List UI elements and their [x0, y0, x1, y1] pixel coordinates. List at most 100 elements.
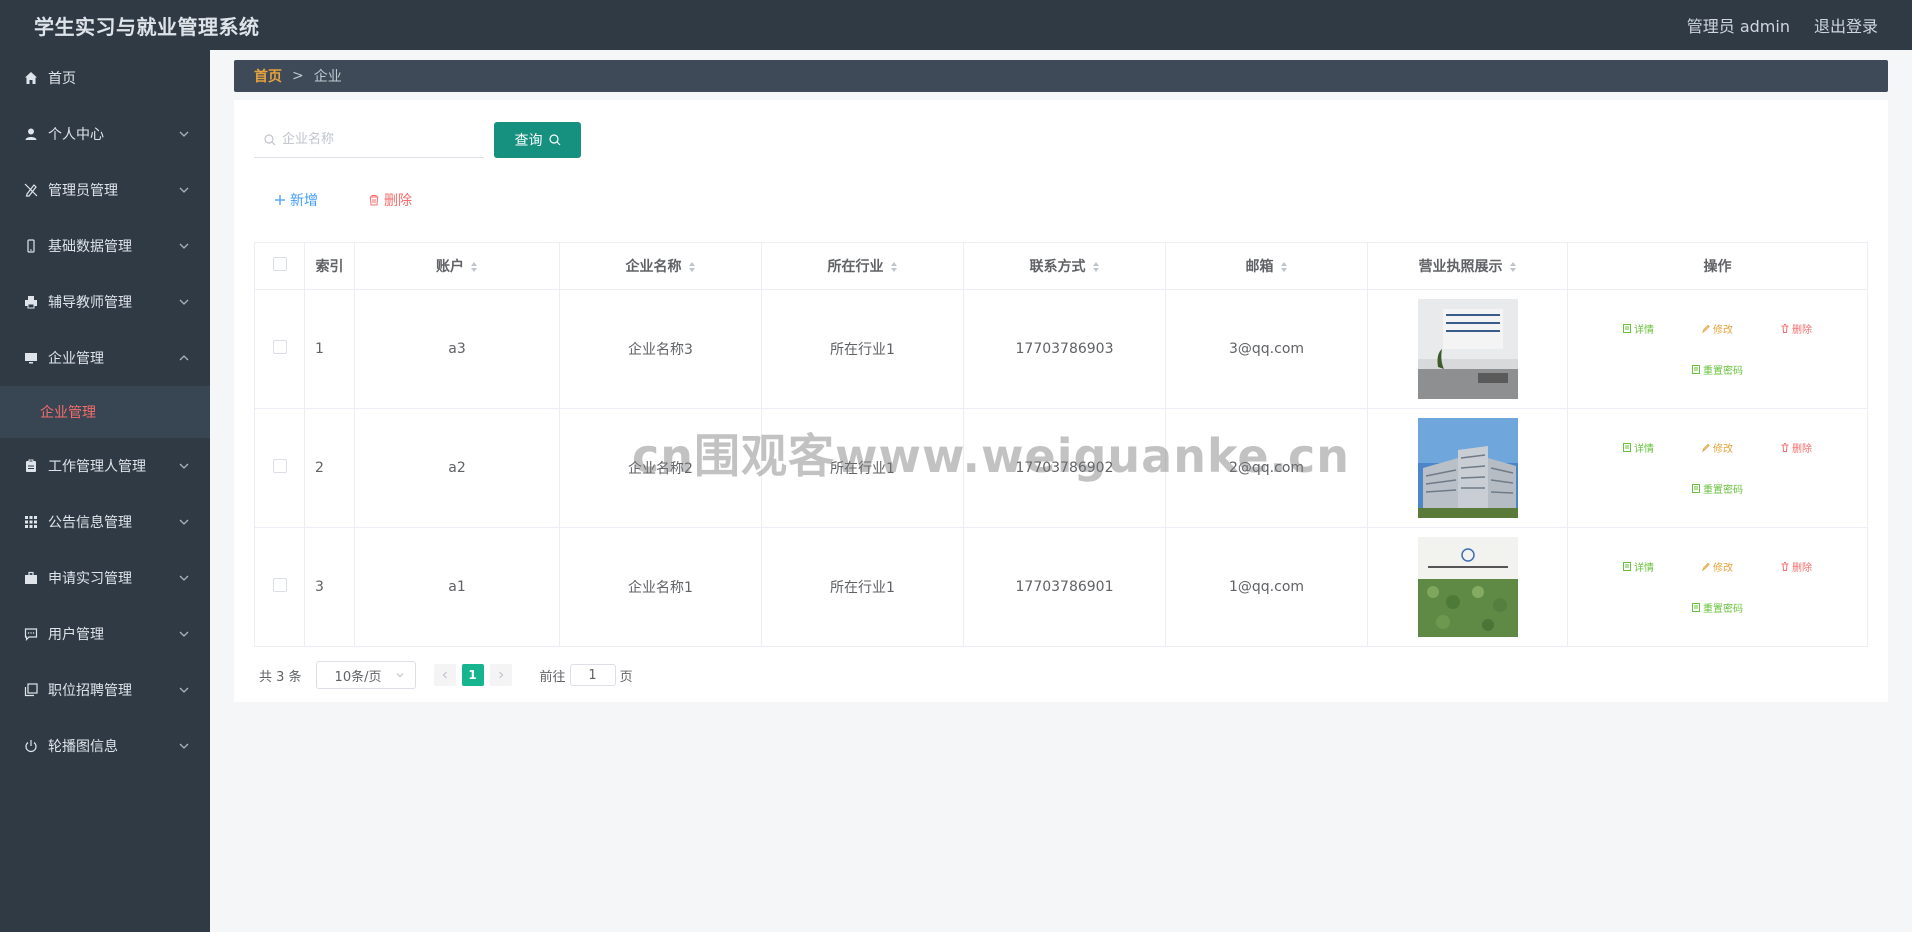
row-operations: 详情 修改 删除 重置密码: [1568, 440, 1867, 496]
enterprise-name-cell: 企业名称2: [559, 408, 762, 528]
total-count: 共 3 条: [259, 669, 302, 685]
detail-label: 详情: [1634, 325, 1654, 336]
detail-button[interactable]: 详情: [1623, 559, 1654, 574]
license-cell: [1367, 289, 1568, 409]
account-cell: a2: [354, 408, 560, 528]
sidebar-item-jobs[interactable]: 职位招聘管理: [0, 662, 210, 718]
sort-icon[interactable]: [1092, 261, 1100, 273]
sort-icon[interactable]: [1509, 261, 1517, 273]
sort-icon[interactable]: [1280, 261, 1288, 273]
query-button-label: 查询: [514, 133, 543, 149]
column-header[interactable]: 联系方式: [963, 242, 1166, 290]
sidebar-item-notice[interactable]: 公告信息管理: [0, 494, 210, 550]
row-delete-button[interactable]: 删除: [1781, 440, 1812, 455]
page-number-button[interactable]: 1: [461, 664, 484, 686]
chat-icon: [22, 625, 40, 643]
chevron-down-icon: [179, 463, 189, 469]
edit-button[interactable]: 修改: [1702, 321, 1733, 336]
column-header-label: 账户: [436, 259, 464, 275]
document-icon: [1623, 324, 1631, 333]
license-image[interactable]: [1417, 418, 1518, 518]
license-image[interactable]: [1417, 537, 1518, 637]
user-icon: [22, 125, 40, 143]
sidebar-item-enterprise[interactable]: 企业管理: [0, 330, 210, 386]
ops-line: 详情 修改 删除: [1623, 440, 1812, 455]
edit-icon: [1702, 443, 1710, 452]
edit-label: 修改: [1713, 444, 1733, 455]
top-bar: 学生实习与就业管理系统 管理员 admin 退出登录: [0, 0, 1912, 50]
edit-icon: [1702, 562, 1710, 571]
row-delete-label: 删除: [1792, 563, 1812, 574]
page-unit-label: 页: [619, 669, 633, 685]
sidebar-item-home[interactable]: 首页: [0, 50, 210, 106]
reset-password-button[interactable]: 重置密码: [1692, 481, 1743, 496]
sort-icon[interactable]: [890, 261, 898, 273]
prev-page-button[interactable]: [433, 664, 456, 686]
trash-icon: [369, 195, 379, 206]
reset-password-button[interactable]: 重置密码: [1692, 362, 1743, 377]
row-delete-label: 删除: [1792, 444, 1812, 455]
sidebar-item-internship[interactable]: 申请实习管理: [0, 550, 210, 606]
detail-label: 详情: [1634, 444, 1654, 455]
trash-icon: [1781, 443, 1789, 452]
chevron-up-icon: [179, 355, 189, 361]
goto-page: 前往 页: [540, 664, 633, 686]
delete-button[interactable]: 删除: [368, 190, 412, 210]
column-header[interactable]: 企业名称: [559, 242, 762, 290]
reset-password-button[interactable]: 重置密码: [1692, 600, 1743, 615]
pagination: 共 3 条 10条/页 1 前往 页: [259, 661, 633, 689]
sidebar-item-admin[interactable]: 管理员管理: [0, 162, 210, 218]
sidebar-item-basic-data[interactable]: 基础数据管理: [0, 218, 210, 274]
document-icon: [1692, 603, 1700, 612]
user-label[interactable]: 管理员 admin: [1687, 13, 1790, 37]
edit-button[interactable]: 修改: [1702, 559, 1733, 574]
industry-cell: 所在行业1: [761, 527, 964, 647]
select-all-cell: [254, 242, 305, 290]
sidebar-item-work-manager[interactable]: 工作管理人管理: [0, 438, 210, 494]
edit-label: 修改: [1713, 325, 1733, 336]
column-header[interactable]: 账户: [354, 242, 560, 290]
column-header[interactable]: 营业执照展示: [1367, 242, 1568, 290]
license-image[interactable]: [1417, 299, 1518, 399]
edit-button[interactable]: 修改: [1702, 440, 1733, 455]
sidebar-item-tutor[interactable]: 辅导教师管理: [0, 274, 210, 330]
ops-line: 详情 修改 删除: [1623, 321, 1812, 336]
sidebar-item-personal[interactable]: 个人中心: [0, 106, 210, 162]
sidebar-item-label: 公告信息管理: [48, 515, 132, 531]
breadcrumb-home[interactable]: 首页: [254, 66, 282, 86]
page-size-select[interactable]: 10条/页: [315, 661, 416, 689]
detail-button[interactable]: 详情: [1623, 321, 1654, 336]
add-button-label: 新增: [290, 193, 318, 209]
sidebar-item-users[interactable]: 用户管理: [0, 606, 210, 662]
select-all-checkbox[interactable]: [272, 257, 287, 271]
license-cell: [1367, 408, 1568, 528]
sort-icon[interactable]: [688, 261, 696, 273]
goto-page-input[interactable]: [569, 664, 616, 686]
column-header[interactable]: 所在行业: [761, 242, 964, 290]
detail-button[interactable]: 详情: [1623, 440, 1654, 455]
sidebar-item-label: 用户管理: [48, 627, 104, 643]
row-checkbox[interactable]: [272, 578, 287, 592]
index-cell: 3: [304, 527, 355, 647]
row-select-cell: [254, 527, 305, 647]
index-cell: 2: [304, 408, 355, 528]
row-delete-button[interactable]: 删除: [1781, 321, 1812, 336]
row-checkbox[interactable]: [272, 340, 287, 354]
column-header[interactable]: 邮箱: [1165, 242, 1368, 290]
search-icon: [548, 134, 560, 146]
enterprise-name-cell: 企业名称3: [559, 289, 762, 409]
chevron-down-icon: [179, 131, 189, 137]
column-header-label: 联系方式: [1029, 259, 1086, 275]
search-input[interactable]: [282, 132, 472, 147]
enterprise-name-cell: 企业名称1: [559, 527, 762, 647]
sidebar-subitem-enterprise-manage[interactable]: 企业管理: [0, 386, 210, 438]
row-checkbox[interactable]: [272, 459, 287, 473]
logout-button[interactable]: 退出登录: [1814, 13, 1878, 37]
next-page-button[interactable]: [489, 664, 512, 686]
sidebar-item-carousel[interactable]: 轮播图信息: [0, 718, 210, 774]
query-button[interactable]: 查询: [494, 122, 581, 158]
add-button[interactable]: 新增: [274, 190, 318, 210]
row-delete-button[interactable]: 删除: [1781, 559, 1812, 574]
pen-off-icon: [22, 181, 40, 199]
sort-icon[interactable]: [470, 261, 478, 273]
